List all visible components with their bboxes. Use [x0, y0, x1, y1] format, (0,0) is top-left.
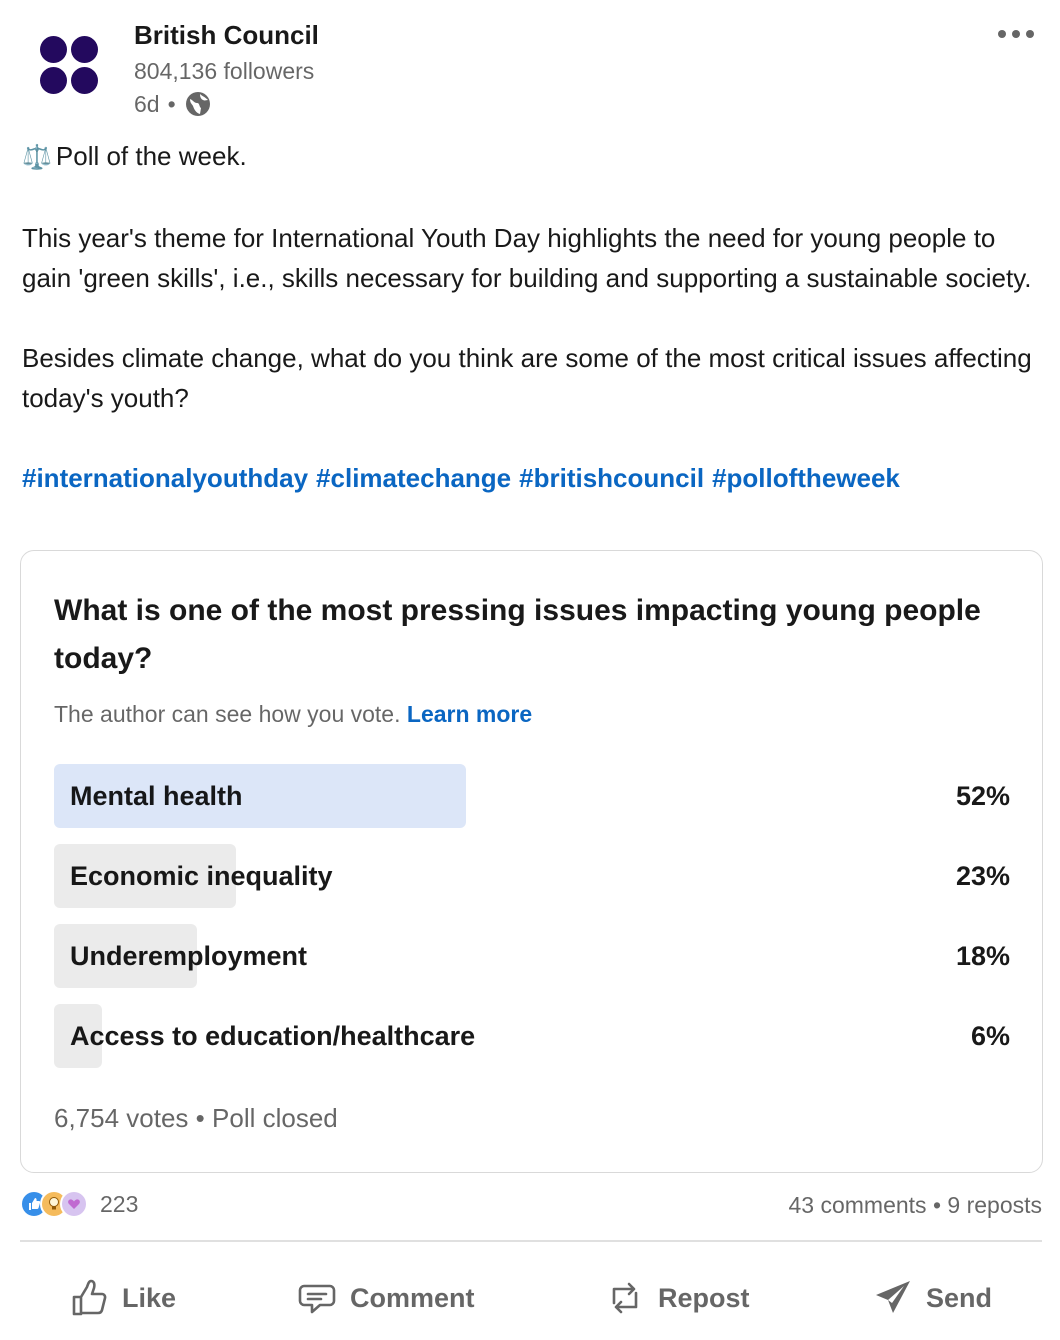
- send-icon: [876, 1281, 910, 1313]
- repost-icon: [612, 1282, 638, 1314]
- poll-option-label: Access to education/healthcare: [70, 1021, 476, 1051]
- company-logo[interactable]: [40, 36, 98, 94]
- post-paragraph-2: This year's theme for International Yout…: [22, 223, 1032, 293]
- like-button[interactable]: Like: [68, 1262, 176, 1334]
- poll-option-percent: 23%: [955, 861, 1010, 891]
- vote-count[interactable]: 6,754 votes: [54, 1103, 188, 1133]
- separator-dot: •: [932, 1192, 941, 1218]
- poll-option-label: Mental health: [70, 781, 243, 811]
- poll-question: What is one of the most pressing issues …: [54, 594, 981, 675]
- poll-option[interactable]: Underemployment 18%: [54, 924, 1010, 988]
- hashtag-link[interactable]: #climatechange: [316, 463, 511, 493]
- divider: [20, 1240, 1042, 1242]
- engagement-counts: 43 comments • 9 reposts: [788, 1192, 1042, 1219]
- reposts-count-link[interactable]: 9 reposts: [947, 1192, 1042, 1218]
- learn-more-link[interactable]: Learn more: [407, 701, 532, 727]
- author-name[interactable]: British Council: [134, 20, 319, 51]
- scales-icon: ⚖️: [22, 144, 52, 171]
- hashtags: #internationalyouthday #climatechange #bri…: [22, 458, 1042, 498]
- post-line-1: ⚖️ Poll of the week.: [22, 141, 247, 171]
- poll-visibility-note: The author can see how you vote. Learn m…: [54, 701, 533, 727]
- action-bar: Like Comment Repost Send: [20, 1262, 1042, 1334]
- poll-option-percent: 18%: [955, 941, 1010, 971]
- post-meta: 6d •: [134, 90, 212, 118]
- separator-dot: •: [195, 1103, 205, 1133]
- poll-card: What is one of the most pressing issues …: [20, 550, 1043, 1173]
- comments-count-link[interactable]: 43 comments: [788, 1192, 926, 1218]
- follower-count: 804,136 followers: [134, 58, 315, 84]
- separator-dot: •: [167, 90, 176, 117]
- poll-option-percent: 6%: [970, 1021, 1010, 1051]
- reactions-summary[interactable]: 223: [20, 1190, 138, 1218]
- reaction-count: 223: [100, 1190, 139, 1217]
- send-button[interactable]: Send: [872, 1262, 992, 1334]
- post-paragraph-3: Besides climate change, what do you thin…: [22, 343, 1032, 413]
- post-time: 6d: [134, 90, 160, 117]
- hashtag-link[interactable]: #polloftheweek: [712, 463, 900, 493]
- more-icon: [998, 30, 1006, 38]
- support-icon: [60, 1190, 88, 1218]
- post-body: ⚖️ Poll of the week. This year's theme fo…: [22, 136, 1042, 498]
- poll-option[interactable]: Access to education/healthcare 6%: [54, 1004, 1010, 1068]
- poll-option-label: Economic inequality: [70, 861, 333, 891]
- globe-icon: [185, 92, 210, 116]
- poll-option[interactable]: Economic inequality 23%: [54, 844, 1010, 908]
- repost-button[interactable]: Repost: [604, 1262, 750, 1334]
- poll-option[interactable]: Mental health 52%: [54, 764, 1010, 828]
- hashtag-link[interactable]: #internationalyouthday: [22, 463, 308, 493]
- thumbs-up-icon: [72, 1279, 107, 1316]
- post-header: British Council 804,136 followers 6d •: [0, 0, 1060, 130]
- poll-status: Poll closed: [212, 1103, 338, 1133]
- poll-footer: 6,754 votes • Poll closed: [54, 1103, 338, 1134]
- poll-option-percent: 52%: [955, 781, 1010, 811]
- social-counts: 223 43 comments • 9 reposts: [20, 1186, 1042, 1226]
- poll-option-label: Underemployment: [70, 941, 308, 971]
- comment-icon: [298, 1284, 336, 1314]
- more-options-button[interactable]: [994, 24, 1038, 44]
- hashtag-link[interactable]: #britishcouncil: [519, 463, 704, 493]
- comment-button[interactable]: Comment: [296, 1262, 475, 1334]
